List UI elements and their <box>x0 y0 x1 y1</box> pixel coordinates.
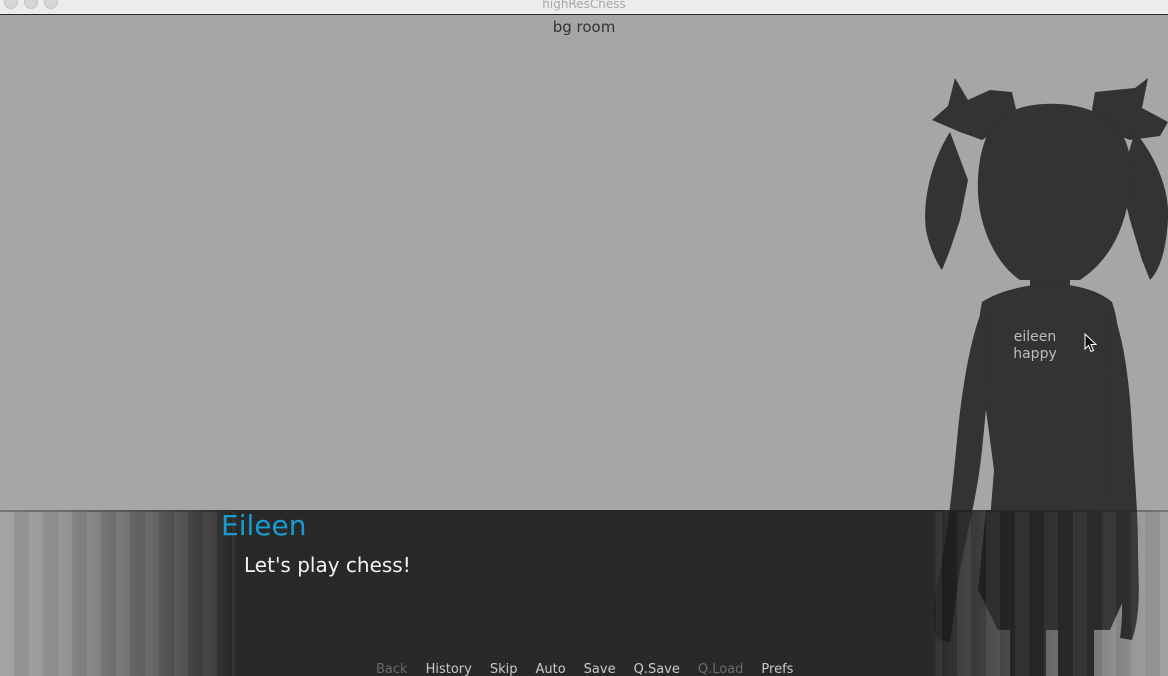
dialogue-text: Let's play chess! <box>244 553 411 577</box>
quick-save-button[interactable]: Q.Save <box>625 661 689 676</box>
skip-button[interactable]: Skip <box>481 661 527 676</box>
textbox-background-pattern <box>0 512 1168 676</box>
background-placeholder-label: bg room <box>552 18 616 36</box>
character-expression-text: happy <box>1013 346 1057 362</box>
save-button[interactable]: Save <box>575 661 625 676</box>
title-bar: highResChess <box>0 0 1168 15</box>
dialogue-window[interactable] <box>0 510 1168 676</box>
auto-button[interactable]: Auto <box>526 661 574 676</box>
quick-menu: Back History Skip Auto Save Q.Save Q.Loa… <box>367 661 802 676</box>
history-button[interactable]: History <box>417 661 481 676</box>
character-placeholder-label: eileen happy <box>1000 329 1070 363</box>
character-name-text: eileen <box>1013 329 1057 345</box>
mouse-pointer-icon <box>1084 332 1098 353</box>
window-title: highResChess <box>542 0 626 11</box>
back-button[interactable]: Back <box>367 661 417 676</box>
preferences-button[interactable]: Prefs <box>752 661 802 676</box>
speaker-name: Eileen <box>221 509 307 542</box>
quick-load-button[interactable]: Q.Load <box>689 661 753 676</box>
game-window: highResChess bg room eileen happy Eileen… <box>0 0 1168 676</box>
